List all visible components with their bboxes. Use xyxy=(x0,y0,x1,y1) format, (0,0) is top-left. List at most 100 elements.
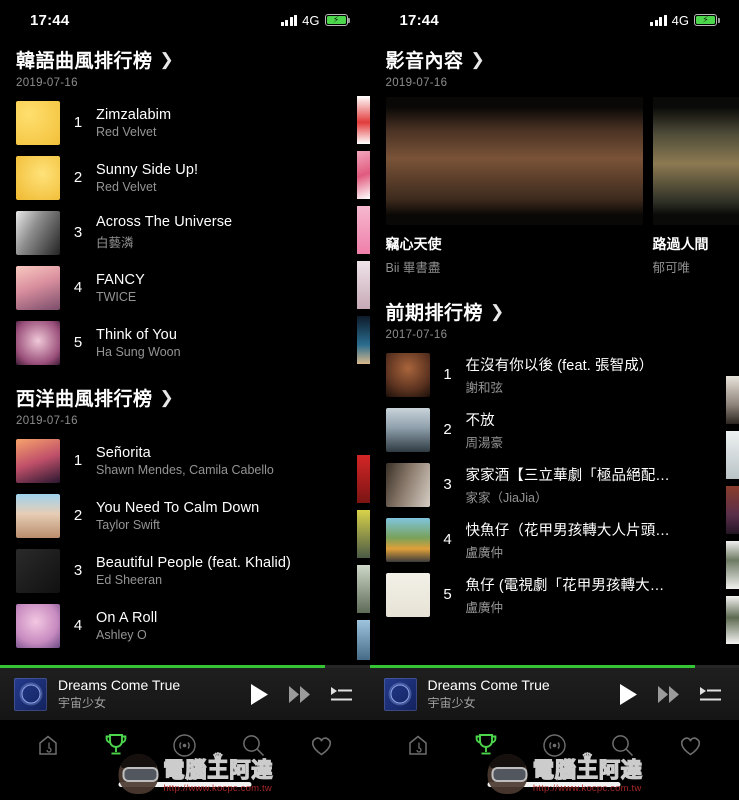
song-title: Across The Universe xyxy=(96,214,233,230)
table-row[interactable]: 5 Think of You Ha Sung Woon xyxy=(16,315,354,370)
song-title: Think of You xyxy=(96,326,178,343)
home-music-icon[interactable] xyxy=(401,728,435,762)
video-card[interactable]: 竊心天使 Bii 畢書盡 xyxy=(385,97,643,276)
table-row[interactable]: 4 快魚仔（花甲男孩轉大人片頭… 盧廣仲 xyxy=(385,512,724,567)
album-artwork xyxy=(16,548,60,593)
rank-number: 3 xyxy=(443,476,452,493)
section-date: 2019-07-16 xyxy=(16,415,78,427)
dual-screenshot-pair: 17:44 4G ⚡ 韓語曲風排行榜 ❯ 2019-07-16 1 Zimzal… xyxy=(0,0,739,800)
album-artwork xyxy=(385,352,430,397)
song-artist: 周湯豪 xyxy=(465,435,504,450)
table-row[interactable]: 1 Zimzalabim Red Velvet xyxy=(16,95,354,150)
section-header[interactable]: 西洋曲風排行榜 ❯ xyxy=(16,384,354,411)
adjacent-column-peek xyxy=(356,0,370,660)
table-row[interactable]: 1 在沒有你以後 (feat. 張智成） 謝和弦 xyxy=(385,347,724,402)
song-title: Sunny Side Up! xyxy=(96,161,199,178)
table-row[interactable]: 3 Across The Universe 白藝潾 xyxy=(16,205,354,260)
battery-charging-icon: ⚡ xyxy=(324,14,350,26)
song-artist: Shawn Mendes, Camila Cabello xyxy=(96,462,274,477)
video-title: 竊心天使 xyxy=(385,236,442,252)
table-row[interactable]: 1 Señorita Shawn Mendes, Camila Cabello xyxy=(16,433,354,488)
album-artwork xyxy=(385,517,430,562)
favorite-heart-icon[interactable] xyxy=(304,728,338,762)
playlist-queue-icon[interactable] xyxy=(700,686,721,702)
radio-broadcast-icon[interactable] xyxy=(168,728,202,762)
player-bar[interactable]: Dreams Come True 宇宙少女 xyxy=(369,668,739,720)
song-title: 在沒有你以後 (feat. 張智成） xyxy=(465,357,654,374)
album-artwork xyxy=(385,462,430,507)
table-row[interactable]: 2 You Need To Calm Down Taylor Swift xyxy=(16,488,354,543)
table-row[interactable]: 2 Sunny Side Up! Red Velvet xyxy=(16,150,354,205)
song-artist: Red Velvet xyxy=(96,179,157,194)
fast-forward-icon[interactable] xyxy=(658,685,680,703)
trophy-chart-icon[interactable] xyxy=(99,728,133,762)
table-row[interactable]: 5 魚仔 (電視劇「花甲男孩轉大… 盧廣仲 xyxy=(385,567,724,622)
fast-forward-icon[interactable] xyxy=(288,685,311,703)
status-indicators: 4G ⚡ xyxy=(650,13,720,28)
song-artist: 盧廣仲 xyxy=(465,545,504,560)
right-phone-screen: 17:44 4G ⚡ 影音內容 ❯ 2019-07-16 竊心天使 Bii 畢書… xyxy=(369,0,739,800)
player-track-artist: 宇宙少女 xyxy=(427,696,476,710)
chevron-right-icon: ❯ xyxy=(490,302,505,321)
album-artwork xyxy=(16,155,60,200)
table-row[interactable]: 4 On A Roll Ashley O xyxy=(16,598,354,653)
song-artist: 盧廣仲 xyxy=(465,600,504,615)
song-artist: Ed Sheeran xyxy=(96,572,163,587)
rank-number: 2 xyxy=(73,169,83,186)
play-icon[interactable] xyxy=(250,683,269,705)
rank-number: 2 xyxy=(73,507,83,524)
search-icon[interactable] xyxy=(606,728,640,762)
song-artist: Ha Sung Woon xyxy=(96,344,181,359)
album-artwork xyxy=(16,265,60,310)
home-music-icon[interactable] xyxy=(31,728,65,762)
section-title: 影音內容 xyxy=(385,51,464,72)
section-title: 西洋曲風排行榜 xyxy=(16,389,153,410)
adjacent-column-peek xyxy=(726,0,739,660)
album-artwork xyxy=(16,320,60,365)
song-list: 1 Señorita Shawn Mendes, Camila Cabello … xyxy=(16,433,354,653)
player-track-title: Dreams Come True xyxy=(58,677,181,693)
table-row[interactable]: 4 FANCY TWICE xyxy=(16,260,354,315)
song-title: FANCY xyxy=(96,271,145,288)
album-artwork xyxy=(16,603,60,648)
section-date: 2017-07-16 xyxy=(385,329,448,341)
tab-bar xyxy=(370,720,739,770)
radio-broadcast-icon[interactable] xyxy=(537,728,571,762)
search-icon[interactable] xyxy=(236,728,270,762)
table-row[interactable]: 2 不放 周湯豪 xyxy=(385,402,724,457)
song-title: 魚仔 (電視劇「花甲男孩轉大… xyxy=(465,577,665,594)
video-thumbnail xyxy=(385,97,643,225)
status-bar: 17:44 4G ⚡ xyxy=(0,0,370,40)
section-title: 前期排行榜 xyxy=(385,303,484,324)
section-date: 2019-07-16 xyxy=(16,77,78,89)
home-indicator xyxy=(487,782,621,787)
song-artist: TWICE xyxy=(96,289,137,304)
album-artwork xyxy=(385,572,430,617)
table-row[interactable]: 3 家家酒【三立華劇「極品絕配… 家家（JiaJia） xyxy=(385,457,724,512)
song-artist: Taylor Swift xyxy=(96,517,160,532)
chevron-right-icon: ❯ xyxy=(159,50,174,69)
section-header[interactable]: 前期排行榜 ❯ xyxy=(386,298,724,325)
status-time: 17:44 xyxy=(30,11,70,29)
left-phone-screen: 17:44 4G ⚡ 韓語曲風排行榜 ❯ 2019-07-16 1 Zimzal… xyxy=(0,0,370,800)
trophy-chart-icon[interactable] xyxy=(469,728,503,762)
video-artist: Bii 畢書盡 xyxy=(385,261,441,275)
section-header[interactable]: 影音內容 ❯ xyxy=(386,46,724,73)
favorite-heart-icon[interactable] xyxy=(674,728,708,762)
video-card-strip[interactable]: 竊心天使 Bii 畢書盡 路過人間 郁可唯 xyxy=(370,97,739,276)
section-header[interactable]: 韓語曲風排行榜 ❯ xyxy=(16,46,354,73)
album-artwork xyxy=(16,100,60,145)
section-date: 2019-07-16 xyxy=(385,77,448,89)
signal-bars-icon xyxy=(650,14,667,26)
status-indicators: 4G ⚡ xyxy=(280,13,350,28)
play-icon[interactable] xyxy=(619,683,638,705)
table-row[interactable]: 3 Beautiful People (feat. Khalid) Ed She… xyxy=(16,543,354,598)
song-title: 快魚仔（花甲男孩轉大人片頭… xyxy=(465,522,670,539)
rank-number: 1 xyxy=(73,452,83,469)
rank-number: 1 xyxy=(73,114,83,131)
battery-charging-icon: ⚡ xyxy=(694,14,720,26)
song-title: Señorita xyxy=(96,444,151,461)
song-title: 不放 xyxy=(465,412,495,429)
player-bar[interactable]: Dreams Come True 宇宙少女 xyxy=(0,668,370,720)
playlist-queue-icon[interactable] xyxy=(330,686,352,702)
